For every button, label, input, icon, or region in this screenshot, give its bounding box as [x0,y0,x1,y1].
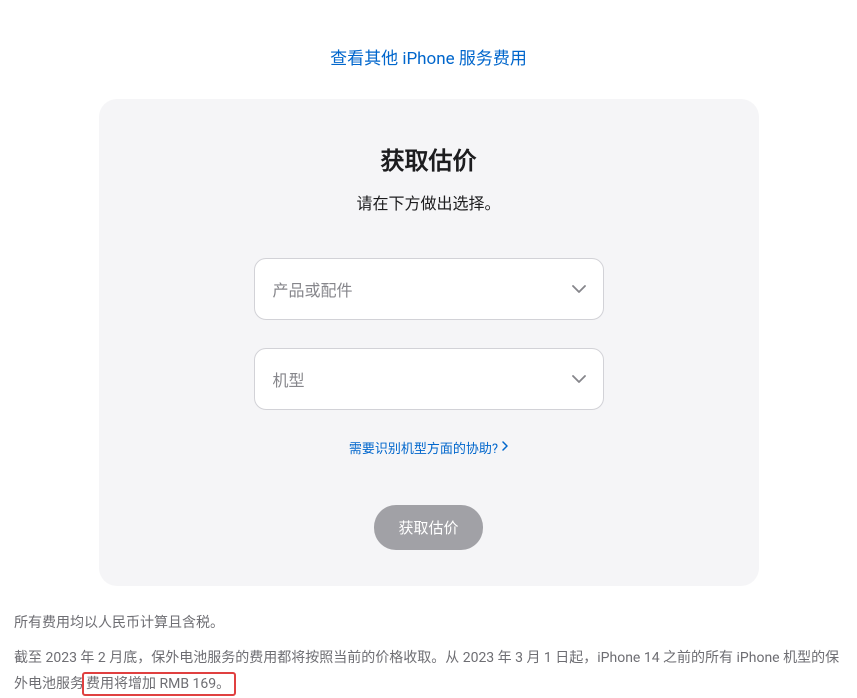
product-select-wrapper: 产品或配件 [254,258,604,320]
price-increase-highlight: 费用将增加 RMB 169。 [82,672,236,696]
submit-button-wrapper: 获取估价 [139,505,719,550]
help-link-wrapper: 需要识别机型方面的协助? [139,438,719,457]
other-services-link[interactable]: 查看其他 iPhone 服务费用 [330,49,527,69]
model-select-placeholder: 机型 [273,367,305,391]
product-select-placeholder: 产品或配件 [273,277,353,301]
model-select[interactable]: 机型 [254,348,604,410]
model-select-wrapper: 机型 [254,348,604,410]
identify-model-help-link[interactable]: 需要识别机型方面的协助? [349,438,508,457]
product-select[interactable]: 产品或配件 [254,258,604,320]
footer-note-1: 所有费用均以人民币计算且含税。 [12,610,845,637]
chevron-right-icon [502,440,508,455]
card-title: 获取估价 [139,141,719,176]
help-link-text: 需要识别机型方面的协助? [349,438,498,457]
estimate-card: 获取估价 请在下方做出选择。 产品或配件 机型 需要识别机型方面的协助? [99,99,759,586]
get-estimate-button[interactable]: 获取估价 [374,505,482,550]
top-link-wrapper: 查看其他 iPhone 服务费用 [12,0,845,99]
footer-note-2: 截至 2023 年 2 月底，保外电池服务的费用都将按照当前的价格收取。从 20… [12,645,845,698]
card-subtitle: 请在下方做出选择。 [139,190,719,214]
